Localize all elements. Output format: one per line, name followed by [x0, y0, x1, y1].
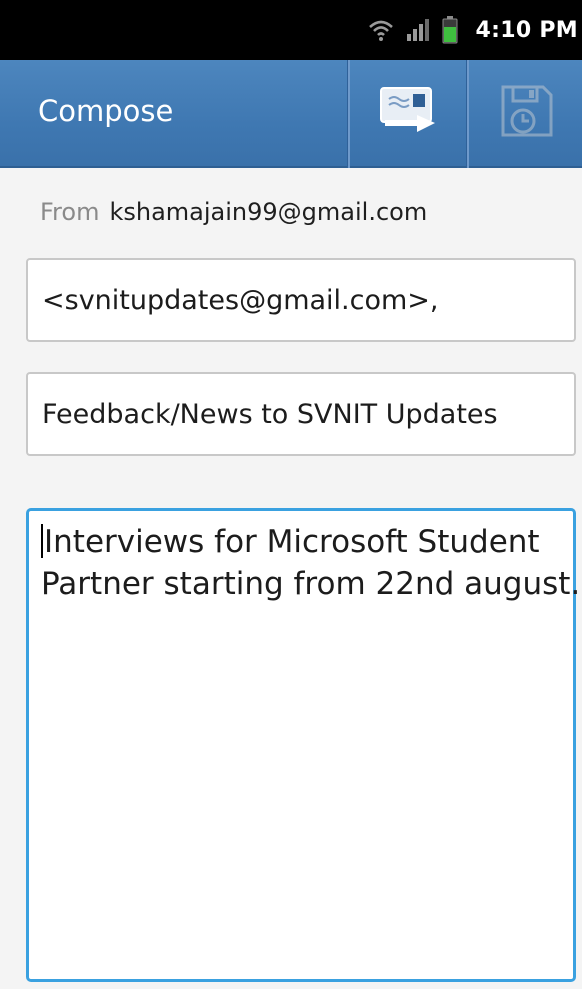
from-row: From kshamajain99@gmail.com [40, 198, 427, 226]
subject-text: Feedback/News to SVNIT Updates [42, 399, 498, 430]
status-bar: 4:10 PM [0, 0, 582, 60]
save-draft-icon [497, 81, 557, 145]
to-recipient: <svnitupdates@gmail.com>, [42, 285, 439, 316]
send-icon [377, 82, 439, 144]
body-field[interactable]: Interviews for Microsoft Student Partner… [26, 508, 580, 982]
save-draft-button[interactable] [469, 60, 582, 166]
to-field[interactable]: <svnitupdates@gmail.com>, [26, 258, 576, 342]
screen-title: Compose [38, 94, 174, 128]
clock: 4:10 PM [475, 17, 578, 43]
body-line-text: Partner starting from 22nd august. [41, 566, 581, 602]
body-line: Interviews for Microsoft Student [41, 521, 563, 563]
subject-field[interactable]: Feedback/News to SVNIT Updates [26, 372, 576, 456]
signal-icon [406, 18, 430, 42]
from-address: kshamajain99@gmail.com [109, 198, 428, 226]
text-cursor [41, 524, 43, 558]
action-bar: Compose [0, 60, 582, 168]
body-line-text: Interviews for Microsoft Student [44, 524, 540, 560]
from-label: From [40, 198, 100, 226]
send-button[interactable] [350, 60, 466, 166]
wifi-icon [368, 18, 394, 42]
battery-icon [442, 16, 458, 44]
body-line: Partner starting from 22nd august. [41, 563, 580, 605]
